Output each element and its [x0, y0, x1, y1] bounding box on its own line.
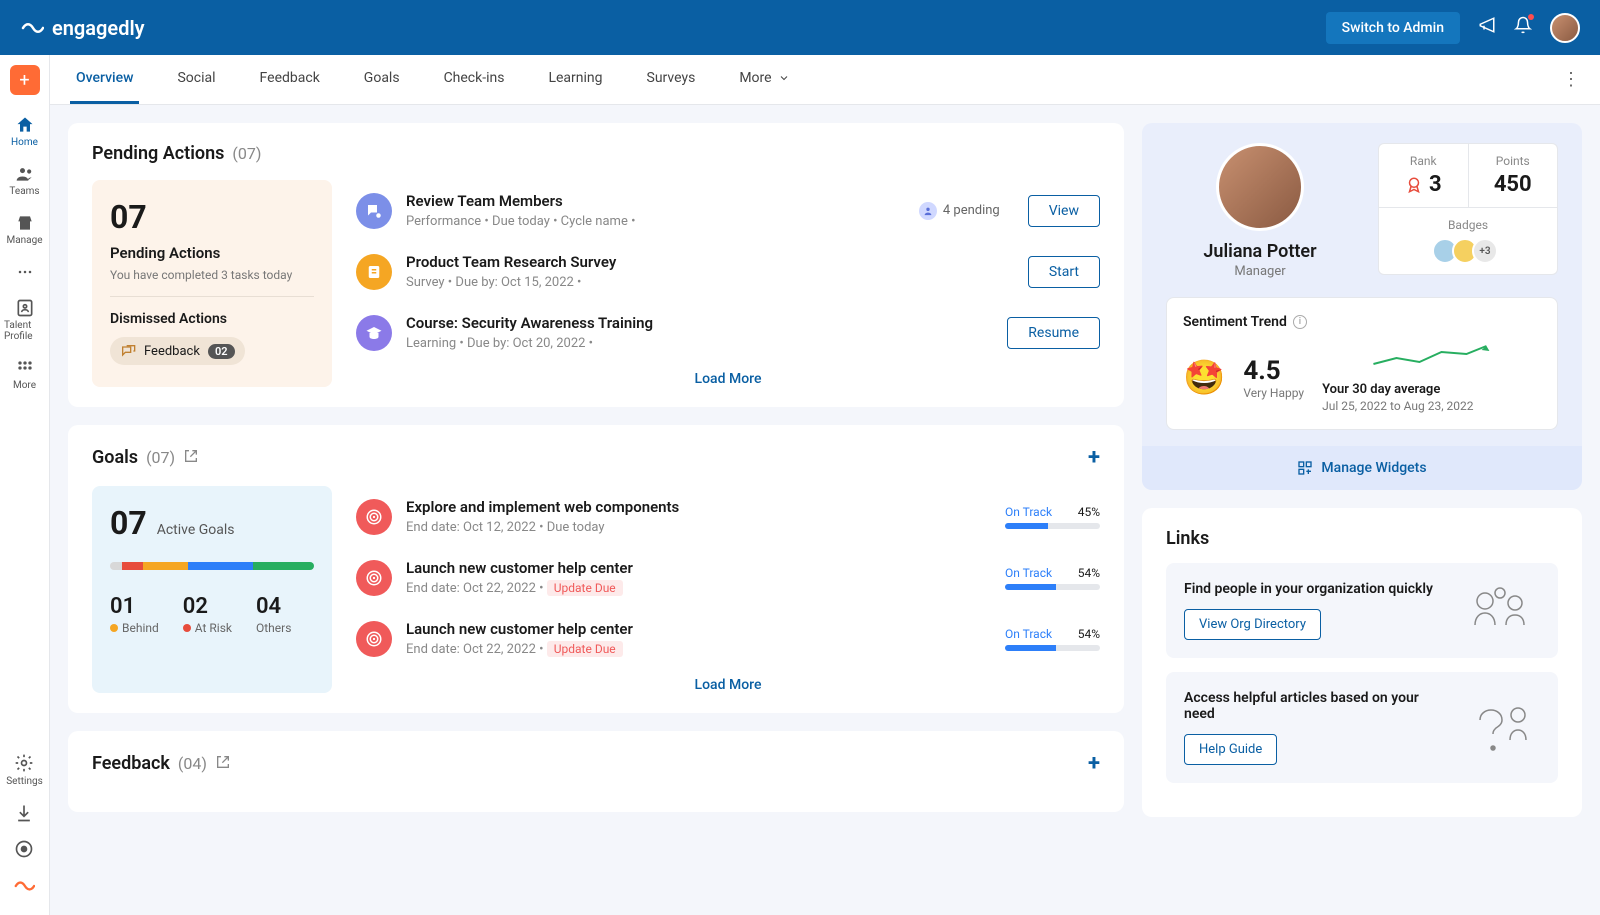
- survey-icon: [356, 254, 392, 290]
- external-link-icon[interactable]: [215, 754, 231, 774]
- pending-actions-card: Pending Actions (07) 07 Pending Actions …: [68, 123, 1124, 407]
- review-icon: [356, 193, 392, 229]
- tabs-kebab-icon[interactable]: ⋮: [1562, 69, 1580, 90]
- add-goal-button[interactable]: +: [1088, 445, 1100, 470]
- pending-row[interactable]: Product Team Research Survey Survey • Du…: [356, 241, 1100, 302]
- feedback-card: Feedback (04) +: [68, 731, 1124, 812]
- goals-card: Goals (07) + 07 Active Goals: [68, 425, 1124, 713]
- notification-dot: [1528, 14, 1534, 20]
- goals-status-bar: [110, 562, 314, 570]
- links-card: Links Find people in your organization q…: [1142, 508, 1582, 817]
- link-item: Access helpful articles based on your ne…: [1166, 672, 1558, 783]
- goal-row[interactable]: Launch new customer help center End date…: [356, 547, 1100, 608]
- pending-load-more[interactable]: Load More: [356, 371, 1100, 387]
- resume-button[interactable]: Resume: [1007, 317, 1100, 349]
- tab-goals[interactable]: Goals: [358, 55, 406, 104]
- pending-badge: 4 pending: [919, 202, 1000, 220]
- pending-row[interactable]: Review Team Members Performance • Due to…: [356, 180, 1100, 241]
- dismissed-chip[interactable]: Feedback 02: [110, 337, 245, 365]
- left-sidebar: + Home Teams Manage Talent Profile: [0, 55, 50, 915]
- tab-checkins[interactable]: Check-ins: [438, 55, 511, 104]
- info-icon[interactable]: i: [1293, 315, 1307, 329]
- sidebar-item-more-dots[interactable]: [0, 254, 49, 290]
- download-icon: [14, 803, 34, 823]
- happy-emoji-icon: 🤩: [1183, 358, 1225, 398]
- widgets-icon: [1297, 460, 1313, 476]
- tab-learning[interactable]: Learning: [542, 55, 608, 104]
- goals-load-more[interactable]: Load More: [356, 677, 1100, 693]
- brand-name: engagedly: [52, 16, 145, 40]
- user-avatar[interactable]: [1550, 13, 1580, 43]
- help-guide-button[interactable]: Help Guide: [1184, 734, 1277, 765]
- goals-summary: 07 Active Goals 01 Behind02 At Risk04 Ot…: [92, 486, 332, 693]
- help-icon: [14, 839, 34, 859]
- target-icon: [356, 499, 392, 535]
- talent-icon: [15, 298, 35, 318]
- sidebar-item-home[interactable]: Home: [0, 107, 49, 156]
- grid-icon: [15, 358, 35, 378]
- manage-widgets-button[interactable]: Manage Widgets: [1142, 446, 1582, 490]
- pending-count: (07): [232, 144, 261, 163]
- profile-card: Juliana Potter Manager Rank 3: [1142, 123, 1582, 490]
- target-icon: [356, 560, 392, 596]
- sidebar-download[interactable]: [14, 803, 34, 823]
- announce-icon[interactable]: [1478, 16, 1496, 39]
- course-icon: [356, 315, 392, 351]
- view-button[interactable]: View: [1028, 195, 1100, 227]
- switch-admin-button[interactable]: Switch to Admin: [1326, 12, 1460, 44]
- tab-surveys[interactable]: Surveys: [641, 55, 702, 104]
- trend-chart: [1322, 342, 1541, 372]
- tab-social[interactable]: Social: [171, 55, 221, 104]
- rank-icon: [1405, 176, 1423, 194]
- tab-more[interactable]: More: [733, 55, 795, 104]
- link-item: Find people in your organization quickly…: [1166, 563, 1558, 658]
- sidebar-settings[interactable]: Settings: [6, 753, 43, 787]
- start-button[interactable]: Start: [1028, 256, 1100, 288]
- pending-big-number: 07: [110, 198, 314, 236]
- home-icon: [15, 115, 35, 135]
- target-icon: [356, 621, 392, 657]
- pending-row[interactable]: Course: Security Awareness Training Lear…: [356, 302, 1100, 363]
- tab-feedback[interactable]: Feedback: [254, 55, 326, 104]
- goal-row[interactable]: Launch new customer help center End date…: [356, 608, 1100, 669]
- help-illustration: [1460, 700, 1540, 756]
- top-header: engagedly Switch to Admin: [0, 0, 1600, 55]
- badges-more: +3: [1472, 238, 1498, 264]
- add-button[interactable]: +: [10, 65, 40, 95]
- teams-icon: [15, 164, 35, 184]
- sidebar-item-talent[interactable]: Talent Profile: [0, 290, 49, 350]
- chat-icon: [120, 343, 136, 359]
- profile-avatar[interactable]: [1216, 143, 1304, 231]
- tab-overview[interactable]: Overview: [70, 55, 139, 104]
- notification-icon[interactable]: [1514, 16, 1532, 39]
- sentiment-card: Sentiment Trend i 🤩 4.5 Very Happy: [1166, 297, 1558, 430]
- add-feedback-button[interactable]: +: [1088, 751, 1100, 776]
- pending-title: Pending Actions: [92, 143, 224, 164]
- pending-summary: 07 Pending Actions You have completed 3 …: [92, 180, 332, 387]
- brand-logo[interactable]: engagedly: [20, 16, 145, 40]
- main-tabs: Overview Social Feedback Goals Check-ins…: [50, 55, 1600, 105]
- sidebar-item-more[interactable]: More: [0, 350, 49, 399]
- external-link-icon[interactable]: [183, 448, 199, 468]
- sidebar-help[interactable]: [14, 839, 34, 859]
- manage-icon: [15, 213, 35, 233]
- sidebar-item-manage[interactable]: Manage: [0, 205, 49, 254]
- chevron-down-icon: [778, 72, 790, 84]
- brand-mark-icon: [13, 875, 35, 897]
- goals-title: Goals: [92, 447, 138, 468]
- goal-row[interactable]: Explore and implement web components End…: [356, 486, 1100, 547]
- view-directory-button[interactable]: View Org Directory: [1184, 609, 1321, 640]
- dots-icon: [15, 262, 35, 282]
- gear-icon: [14, 753, 34, 773]
- engagedly-icon: [20, 16, 44, 40]
- sidebar-item-teams[interactable]: Teams: [0, 156, 49, 205]
- badge-row[interactable]: +3: [1389, 238, 1547, 264]
- directory-illustration: [1460, 583, 1540, 639]
